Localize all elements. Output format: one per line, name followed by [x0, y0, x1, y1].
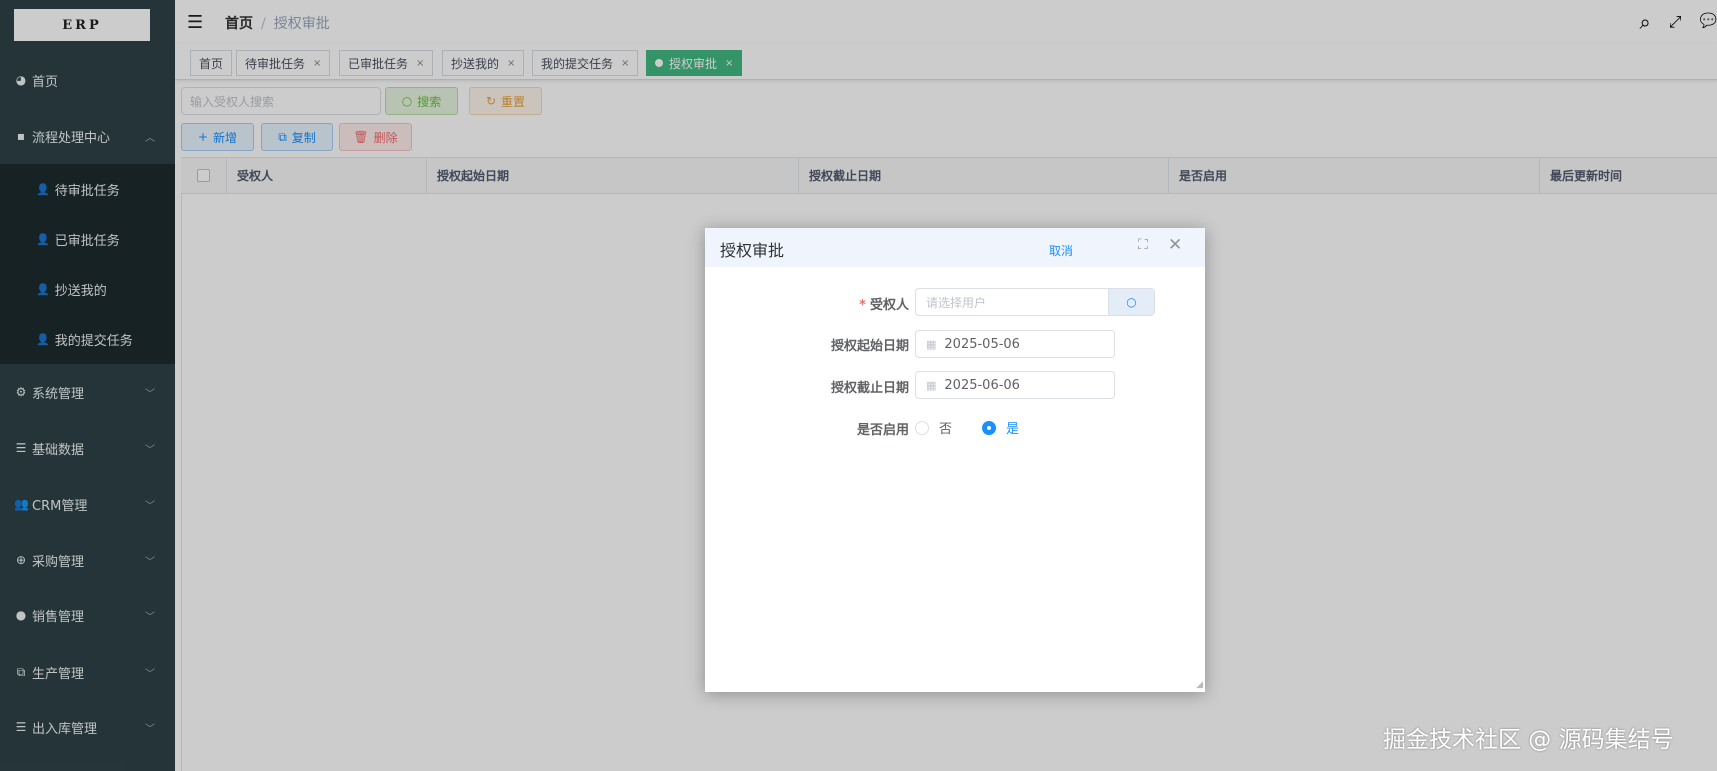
search-icon: ○ — [1126, 295, 1137, 309]
radio-circle — [915, 420, 929, 435]
authorization-dialog: 授权审批 取消 ⛶ ✕ * 受权人 请选择用户 ○ 授权起始日期 ▦ 2025-05-… — [705, 228, 1205, 692]
user-search-button[interactable]: ○ — [1108, 289, 1154, 315]
close-icon[interactable]: ✕ — [1168, 235, 1182, 255]
grantee-placeholder: 请选择用户 — [926, 295, 987, 310]
dialog-header: 授权审批 取消 ⛶ ✕ — [705, 228, 1205, 267]
label-text: 受权人 — [869, 298, 909, 313]
radio-circle-checked — [982, 420, 997, 435]
radio-label: 否 — [939, 422, 953, 437]
resize-handle-icon[interactable]: ◢ — [1196, 680, 1203, 690]
cancel-button[interactable]: 取消 — [1049, 242, 1073, 259]
radio-no[interactable]: 否 — [915, 418, 952, 437]
end-date-value: 2025-06-06 — [944, 377, 1020, 393]
enabled-radio-group: 否 是 — [915, 418, 1019, 437]
grantee-label: * 受权人 — [859, 298, 909, 313]
watermark: 掘金技术社区 @ 源码集结号 — [1383, 727, 1674, 753]
radio-label: 是 — [1006, 422, 1020, 437]
calendar-icon: ▦ — [926, 337, 937, 351]
maximize-icon[interactable]: ⛶ — [1138, 237, 1148, 253]
dialog-title: 授权审批 — [720, 241, 785, 260]
start-date-label: 授权起始日期 — [830, 339, 909, 354]
radio-yes[interactable]: 是 — [982, 418, 1019, 437]
start-date-value: 2025-05-06 — [944, 336, 1020, 352]
start-date-picker[interactable]: ▦ 2025-05-06 — [915, 330, 1115, 358]
enabled-label: 是否启用 — [856, 423, 909, 438]
end-date-label: 授权截止日期 — [830, 381, 909, 396]
end-date-picker[interactable]: ▦ 2025-06-06 — [915, 371, 1115, 399]
calendar-icon: ▦ — [926, 378, 937, 392]
grantee-input[interactable]: 请选择用户 ○ — [915, 288, 1155, 316]
